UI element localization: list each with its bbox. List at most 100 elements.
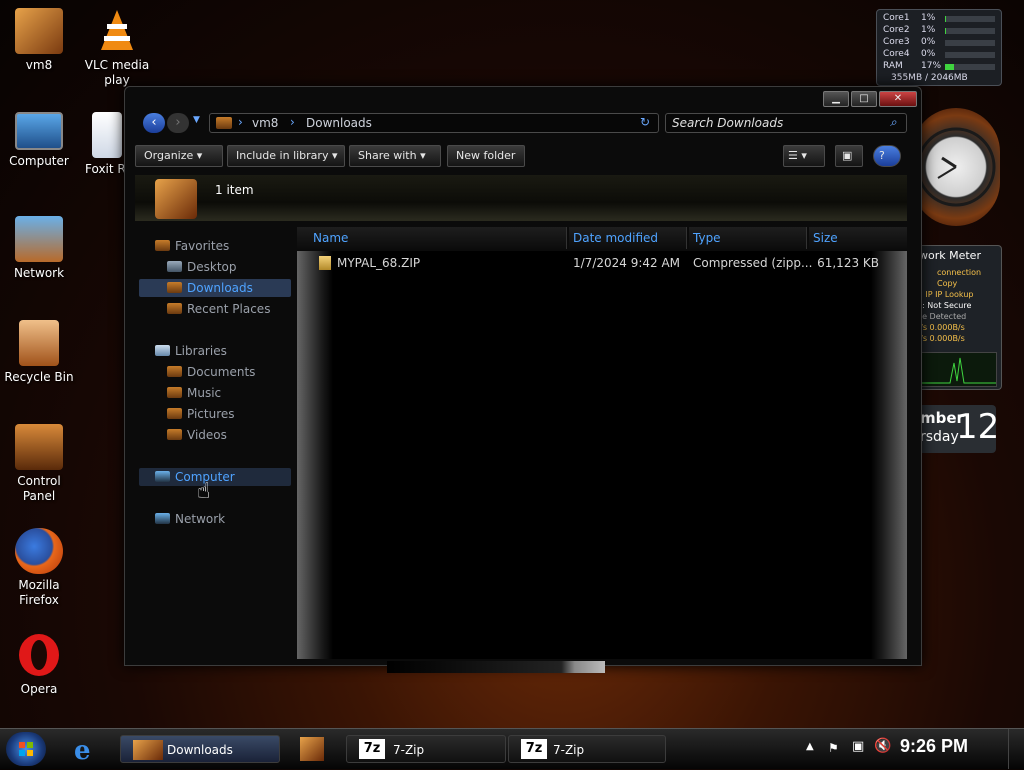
show-hidden-icons[interactable]: ▲	[806, 741, 814, 752]
pinned-app-icon[interactable]	[300, 737, 324, 761]
computer-icon	[15, 112, 63, 150]
organize-button[interactable]: Organize ▾	[135, 145, 223, 167]
desktop-icon-recycle-bin[interactable]: Recycle Bin	[0, 320, 78, 385]
desktop-icon-opera[interactable]: Opera	[0, 632, 78, 697]
nav-libraries[interactable]: Libraries	[155, 344, 227, 358]
desktop-icon-network[interactable]: Network	[0, 216, 78, 281]
show-desktop-button[interactable]	[1008, 729, 1024, 769]
network-meter-gadget[interactable]: work Meter connection Copy t: IP IP Look…	[916, 245, 1002, 390]
nav-pictures[interactable]: Pictures	[167, 407, 235, 421]
library-icon	[155, 345, 170, 356]
task-7zip-2[interactable]: 7z 7-Zip	[508, 735, 666, 763]
cpu-meter-gadget[interactable]: Core1 1% Core2 1% Core3 0% Core4 0% RAM 17% 3…	[876, 9, 1002, 86]
network-line: t/s 0.000B/s	[917, 334, 965, 343]
preview-pane-button[interactable]: ▣	[835, 145, 863, 167]
task-label: 7-Zip	[553, 743, 585, 757]
task-7zip-1[interactable]: 7z 7-Zip	[346, 735, 506, 763]
column-name[interactable]: Name	[297, 227, 567, 249]
file-type: Compressed (zipp...	[693, 256, 813, 270]
change-view-button[interactable]: ☰ ▾	[783, 145, 825, 167]
explorer-window[interactable]: ▁ □ ✕ ‹ › ▼ › vm8 › Downloads ↻ Search D…	[124, 86, 922, 673]
memory-usage: 355MB / 2046MB	[891, 73, 968, 83]
file-date-modified: 1/7/2024 9:42 AM	[573, 256, 681, 270]
column-date-modified[interactable]: Date modified	[569, 227, 687, 249]
nav-desktop[interactable]: Desktop	[167, 260, 237, 274]
search-icon[interactable]: ⌕	[890, 115, 897, 130]
nav-videos[interactable]: Videos	[167, 428, 227, 442]
column-size[interactable]: Size	[809, 227, 907, 249]
desktop-icon-control-panel[interactable]: Control Panel	[0, 424, 78, 504]
recent-pages-dropdown[interactable]: ▼	[193, 115, 200, 125]
details-bar: 1 item	[135, 175, 907, 221]
task-downloads[interactable]: Downloads	[120, 735, 280, 763]
desktop-icon-foxit[interactable]: Foxit R	[78, 112, 126, 177]
help-icon[interactable]: ?	[873, 145, 901, 167]
network-tray-icon[interactable]: ▣	[852, 739, 864, 754]
internet-explorer-icon[interactable]: e	[70, 734, 100, 766]
new-folder-button[interactable]: New folder	[447, 145, 525, 167]
pictures-icon	[167, 408, 182, 419]
desktop-icon-vlc[interactable]: VLC media play	[78, 8, 156, 88]
nav-documents[interactable]: Documents	[167, 365, 255, 379]
breadcrumb-downloads[interactable]: Downloads	[306, 116, 372, 130]
volume-muted-icon[interactable]: 🔇	[874, 738, 891, 754]
taskbar: e Downloads 7z 7-Zip 7z 7-Zip ▲ ⚑ ▣ 🔇 9:…	[0, 728, 1024, 769]
windows-logo-icon	[19, 742, 33, 756]
taskbar-clock[interactable]: 9:26 PM	[900, 736, 968, 757]
share-with-button[interactable]: Share with ▾	[349, 145, 441, 167]
item-count: 1 item	[215, 183, 254, 197]
desktop-icon-label: Control Panel	[17, 474, 61, 503]
file-name: MYPAL_68.ZIP	[337, 256, 421, 270]
column-type[interactable]: Type	[689, 227, 807, 249]
start-button[interactable]	[6, 732, 46, 766]
desktop-icon-vm8[interactable]: vm8	[0, 8, 78, 73]
cpu-row: Core1 1%	[883, 13, 995, 25]
network-line: ne Detected	[917, 312, 967, 321]
breadcrumb-separator: ›	[238, 115, 243, 129]
nav-computer[interactable]: Computer	[155, 470, 235, 484]
desktop-icon-label: Network	[13, 266, 65, 280]
folder-icon	[155, 179, 197, 219]
svg-text:e: e	[74, 736, 91, 764]
file-list[interactable]: MYPAL_68.ZIP 1/7/2024 9:42 AM Compressed…	[297, 251, 907, 659]
firefox-icon	[15, 528, 63, 574]
back-button[interactable]: ‹	[143, 113, 165, 133]
calendar-gadget[interactable]: mber rsday 12	[918, 405, 999, 453]
desktop-icon-label: Opera	[20, 682, 58, 696]
nav-downloads[interactable]: Downloads	[167, 281, 253, 295]
foxit-reader-icon	[92, 112, 122, 158]
computer-icon	[155, 471, 170, 482]
clock-gadget[interactable]	[912, 108, 1000, 226]
maximize-button[interactable]: □	[851, 91, 877, 107]
include-in-library-button[interactable]: Include in library ▾	[227, 145, 345, 167]
desktop-icon-label: Foxit R	[85, 162, 126, 176]
documents-icon	[167, 366, 182, 377]
nav-recent-places[interactable]: Recent Places	[167, 302, 270, 316]
refresh-icon[interactable]: ↻	[640, 115, 650, 129]
horizontal-scrollbar[interactable]	[387, 661, 605, 673]
minimize-button[interactable]: ▁	[823, 91, 849, 107]
nav-network[interactable]: Network	[155, 512, 225, 526]
search-placeholder: Search Downloads	[672, 116, 784, 130]
forward-button[interactable]: ›	[167, 113, 189, 133]
network-line: connection Copy	[937, 268, 982, 288]
network-line: t/s 0.000B/s	[917, 323, 965, 332]
close-button[interactable]: ✕	[879, 91, 917, 107]
breadcrumb-vm8[interactable]: vm8	[252, 116, 278, 130]
nav-music[interactable]: Music	[167, 386, 221, 400]
table-row[interactable]: MYPAL_68.ZIP 1/7/2024 9:42 AM Compressed…	[317, 255, 887, 273]
star-icon	[155, 240, 170, 251]
desktop-icon-label: vm8	[25, 58, 53, 72]
action-center-flag-icon[interactable]: ⚑	[828, 741, 839, 755]
ram-row: RAM 17%	[883, 61, 995, 73]
recent-places-icon	[167, 303, 182, 314]
address-bar[interactable]: › vm8 › Downloads ↻	[209, 113, 659, 133]
network-icon	[15, 216, 63, 262]
desktop-icon-computer[interactable]: Computer	[0, 112, 78, 169]
hand-cursor-icon: ☝	[197, 479, 211, 504]
desktop-icon-firefox[interactable]: Mozilla Firefox	[0, 528, 78, 608]
7zip-icon: 7z	[359, 739, 385, 759]
nav-favorites[interactable]: Favorites	[155, 239, 229, 253]
search-box[interactable]: Search Downloads ⌕	[665, 113, 907, 133]
file-size: 61,123 KB	[817, 256, 879, 270]
